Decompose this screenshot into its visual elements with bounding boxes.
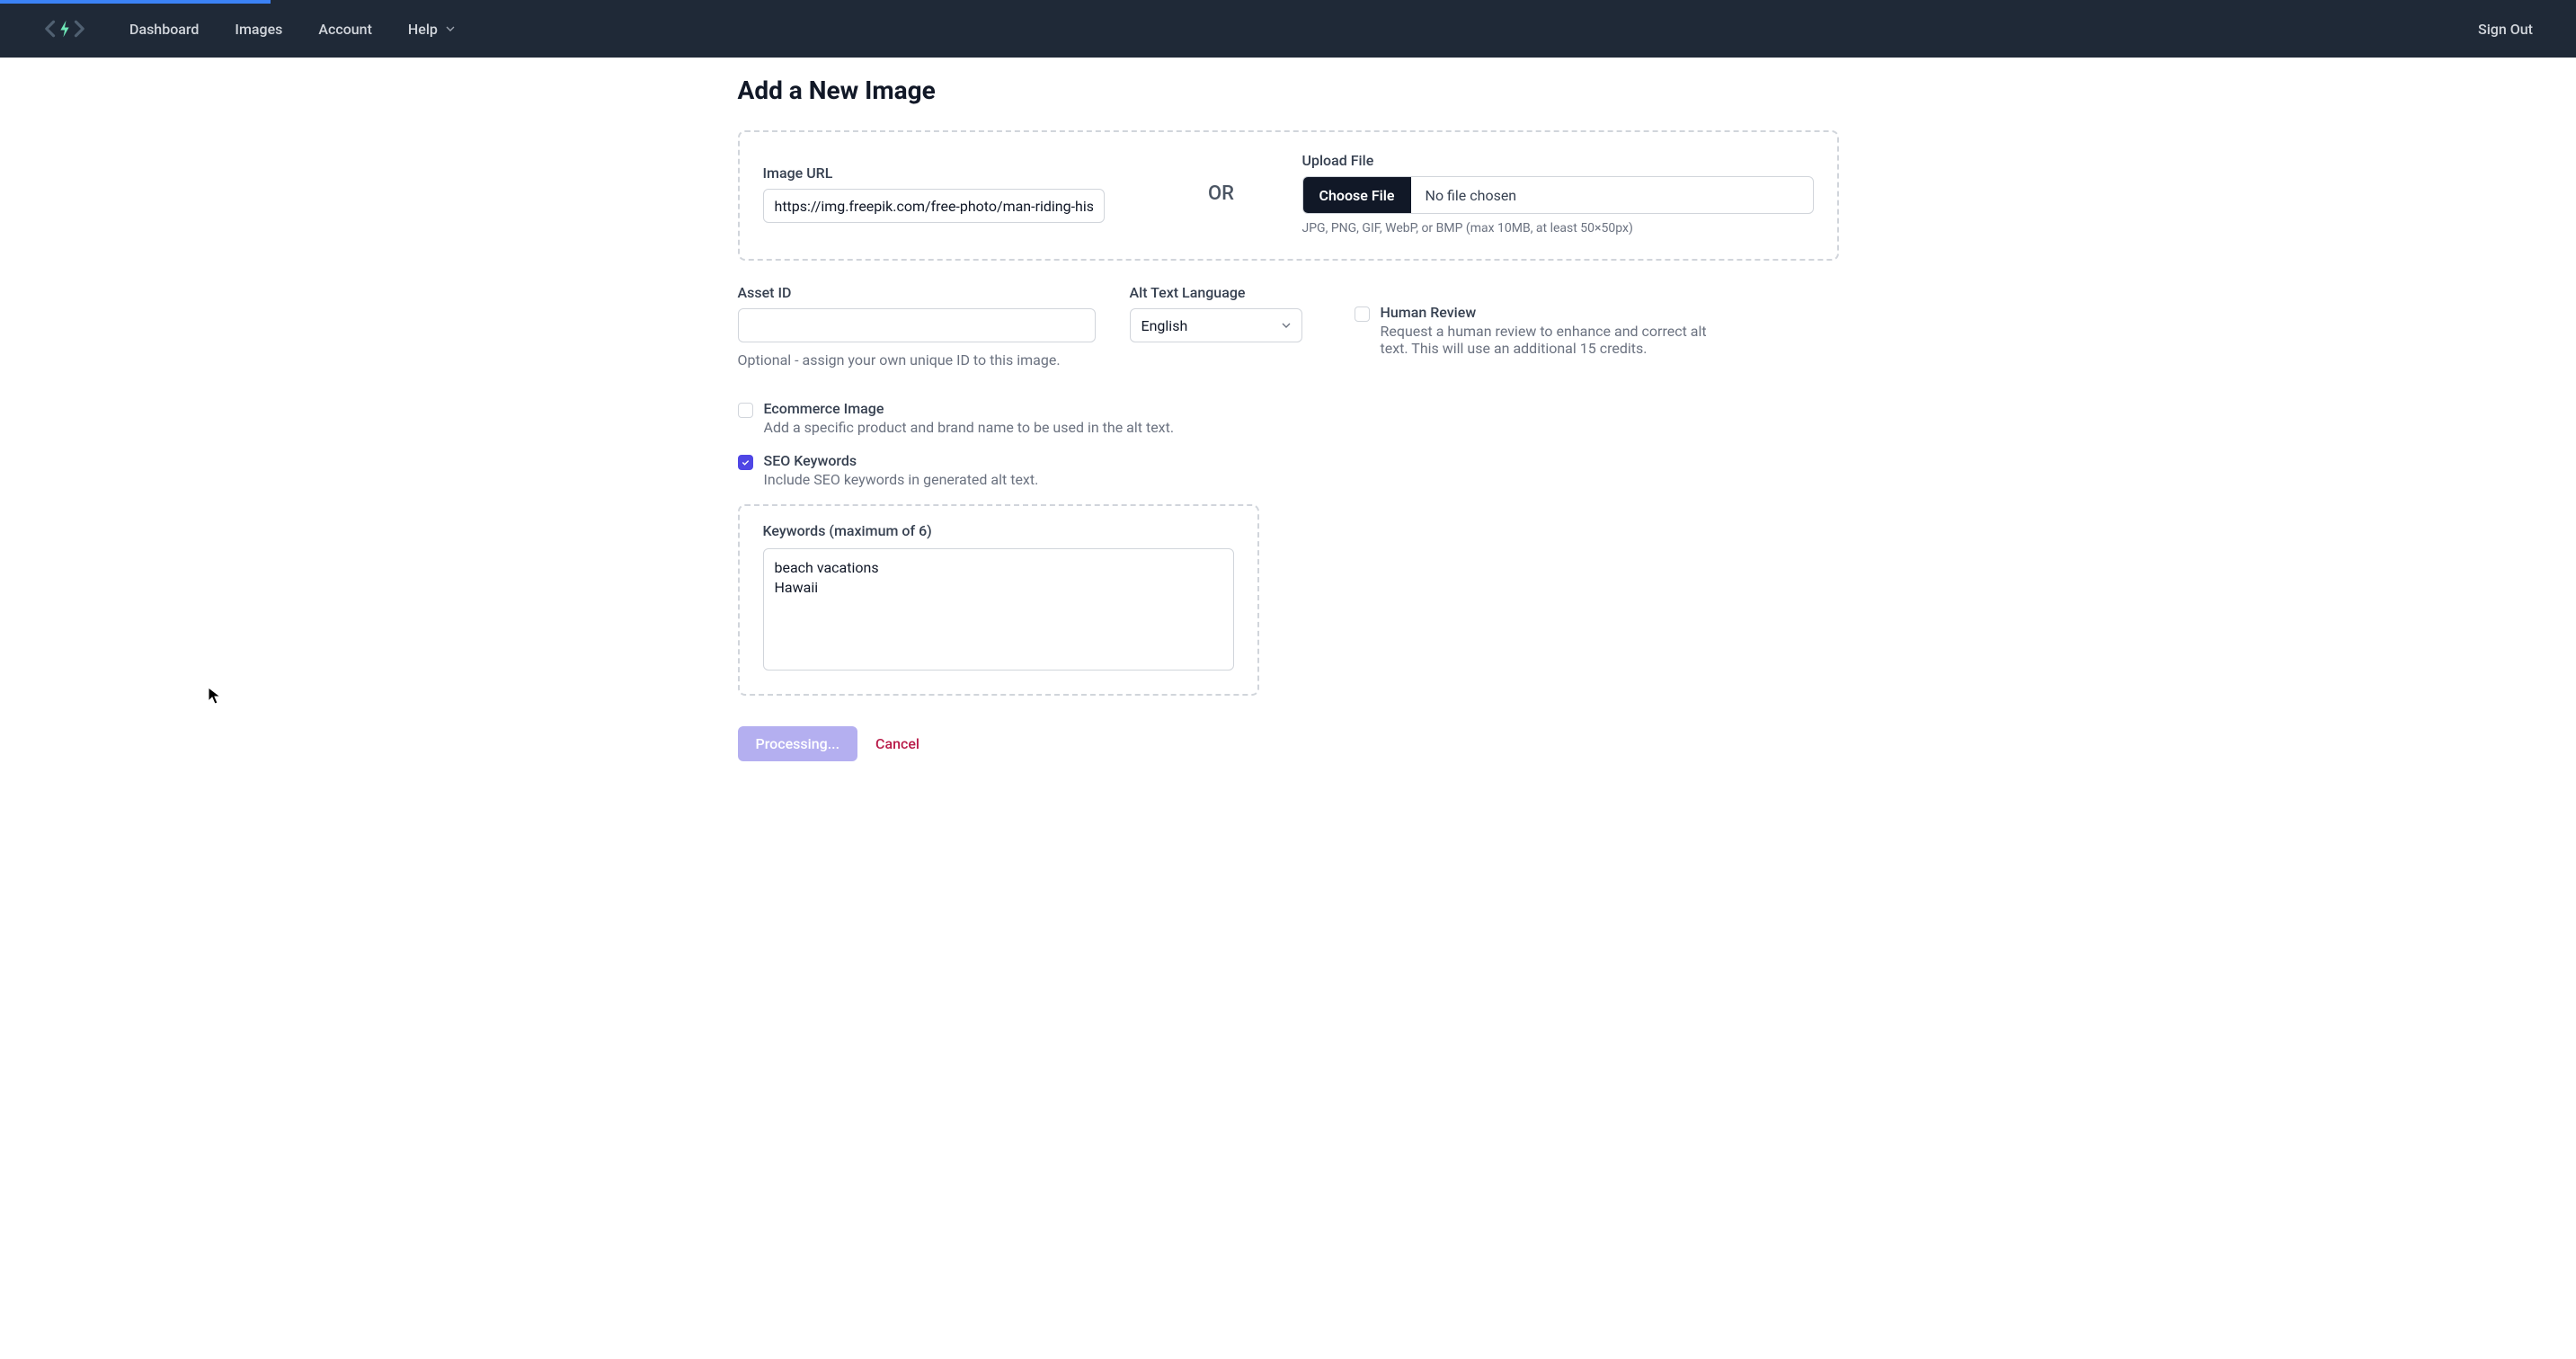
ecommerce-label: Ecommerce Image — [764, 400, 1175, 417]
main-nav: Dashboard Images Account Help — [129, 21, 2478, 38]
seo-section: SEO Keywords Include SEO keywords in gen… — [738, 452, 1839, 488]
form-row: Asset ID Optional - assign your own uniq… — [738, 284, 1839, 373]
nav-account[interactable]: Account — [318, 21, 372, 38]
form-actions: Processing... Cancel — [738, 726, 1839, 761]
language-select[interactable]: English — [1130, 308, 1302, 342]
asset-id-hint: Optional - assign your own unique ID to … — [738, 351, 1096, 369]
logo-icon — [43, 16, 86, 41]
or-divider: OR — [1150, 182, 1293, 205]
seo-desc: Include SEO keywords in generated alt te… — [764, 471, 1039, 488]
submit-button[interactable]: Processing... — [738, 726, 858, 761]
upload-file-label: Upload File — [1302, 152, 1814, 169]
check-icon — [741, 457, 751, 467]
image-url-input[interactable] — [763, 189, 1105, 223]
choose-file-button[interactable]: Choose File — [1303, 177, 1411, 213]
keywords-textarea[interactable] — [763, 548, 1234, 671]
keywords-box: Keywords (maximum of 6) — [738, 504, 1259, 696]
cancel-button[interactable]: Cancel — [875, 735, 919, 752]
asset-id-input[interactable] — [738, 308, 1096, 342]
logo[interactable] — [43, 16, 86, 41]
nav-help-label: Help — [408, 21, 438, 38]
page-title: Add a New Image — [738, 76, 1839, 105]
seo-label: SEO Keywords — [764, 452, 1039, 469]
upload-file-section: Upload File Choose File No file chosen J… — [1302, 152, 1814, 235]
file-picker: Choose File No file chosen — [1302, 176, 1814, 214]
ecommerce-checkbox[interactable] — [738, 403, 753, 418]
ecommerce-section: Ecommerce Image Add a specific product a… — [738, 400, 1839, 436]
human-review-desc: Request a human review to enhance and co… — [1381, 323, 1722, 357]
cursor-icon — [208, 687, 222, 706]
human-review-checkbox[interactable] — [1355, 306, 1370, 322]
nav-dashboard[interactable]: Dashboard — [129, 21, 199, 38]
app-header: Dashboard Images Account Help Sign Out — [0, 0, 2576, 58]
nav-images[interactable]: Images — [235, 21, 282, 38]
sign-out-link[interactable]: Sign Out — [2478, 21, 2533, 38]
upload-box: Image URL OR Upload File Choose File No … — [738, 130, 1839, 261]
human-review-section: Human Review Request a human review to e… — [1355, 284, 1839, 373]
language-section: Alt Text Language English — [1130, 284, 1302, 373]
file-status: No file chosen — [1411, 177, 1813, 213]
nav-help[interactable]: Help — [408, 21, 457, 38]
file-hint: JPG, PNG, GIF, WebP, or BMP (max 10MB, a… — [1302, 221, 1814, 235]
human-review-label: Human Review — [1381, 304, 1722, 321]
chevron-down-icon — [443, 22, 457, 36]
asset-id-label: Asset ID — [738, 284, 1096, 301]
ecommerce-desc: Add a specific product and brand name to… — [764, 419, 1175, 436]
main-content: Add a New Image Image URL OR Upload File… — [738, 58, 1839, 797]
keywords-label: Keywords (maximum of 6) — [763, 522, 1234, 539]
image-url-label: Image URL — [763, 164, 1141, 182]
loading-bar — [0, 0, 271, 4]
language-label: Alt Text Language — [1130, 284, 1302, 301]
seo-checkbox[interactable] — [738, 455, 753, 470]
asset-id-section: Asset ID Optional - assign your own uniq… — [738, 284, 1096, 373]
image-url-section: Image URL — [763, 164, 1141, 223]
